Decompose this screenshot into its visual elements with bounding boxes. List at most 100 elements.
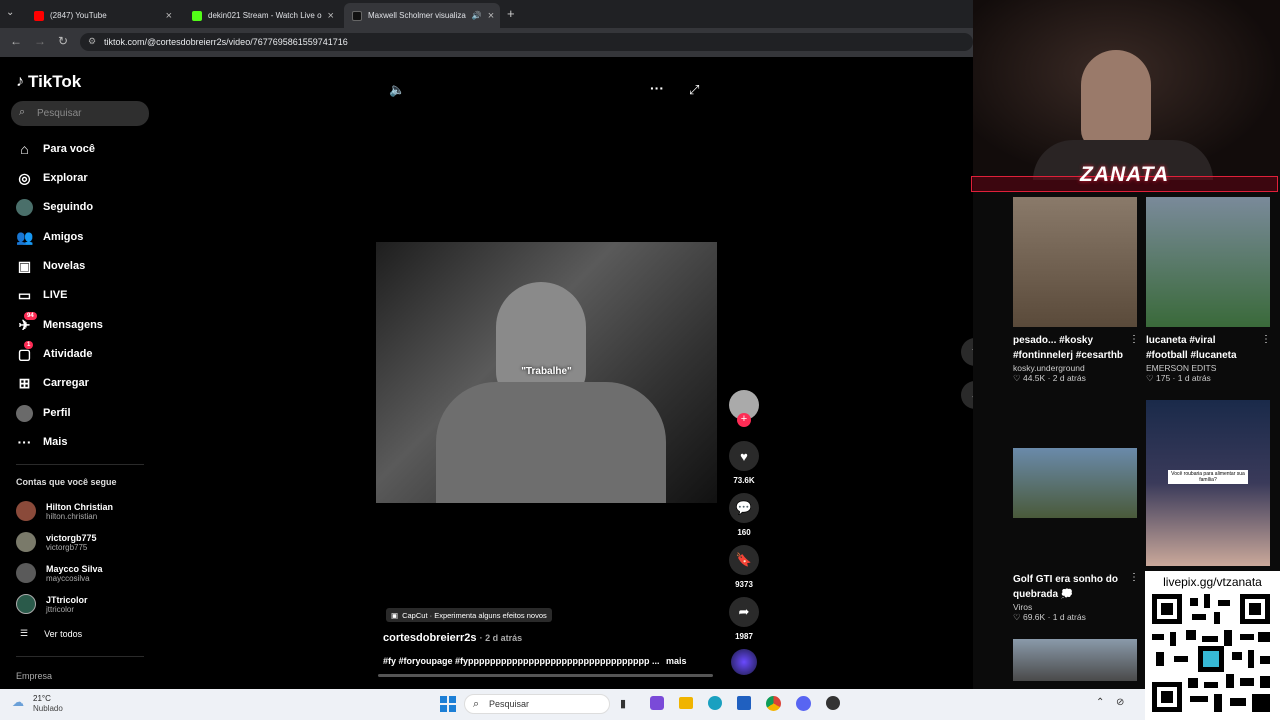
weather-temp[interactable]: 21°C: [33, 694, 51, 703]
sidebar-item-label: LIVE: [43, 289, 68, 301]
recommended-meta: ♡ 175 · 1 d atrás: [1146, 373, 1211, 383]
activity-icon: ▢ 1: [16, 340, 34, 363]
recommended-thumbnail[interactable]: [1013, 639, 1137, 681]
followed-account[interactable]: JTtricolor jttricolor: [16, 591, 88, 617]
video-caption: "Trabalhe": [521, 366, 572, 377]
taskbar-search[interactable]: ⌕ Pesquisar: [464, 694, 610, 714]
video-description: #fy #foryoupage #fyppppppppppppppppppppp…: [383, 656, 713, 666]
footer-link[interactable]: Empresa: [16, 671, 52, 681]
logo-text: TikTok: [28, 72, 82, 91]
following-icon: [16, 198, 33, 216]
tab-tiktok[interactable]: Maxwell Scholmer visualiza 🔊 ×: [344, 3, 500, 28]
followed-account[interactable]: Maycco Silva mayccosilva: [16, 560, 103, 586]
recommended-item[interactable]: lucaneta #viral #football #lucaneta EMER…: [1146, 333, 1256, 384]
sidebar-item-carregar[interactable]: ⊞ Carregar: [16, 372, 89, 394]
sidebar-item-amigos[interactable]: 👥 Amigos: [16, 226, 83, 248]
app-icon[interactable]: [650, 696, 664, 710]
sidebar-item-novelas[interactable]: ▣ Novelas: [16, 255, 85, 277]
creator-avatar-button[interactable]: +: [728, 390, 760, 427]
sidebar-item-live[interactable]: ▭ LIVE: [16, 284, 68, 306]
comment-button[interactable]: 💬 160: [728, 493, 760, 537]
task-view-icon[interactable]: ▮: [620, 697, 626, 710]
tab-kick[interactable]: dekin021 Stream - Watch Live o ×: [184, 3, 340, 28]
friends-icon: 👥: [16, 228, 34, 245]
capcut-icon: ▣: [391, 610, 399, 620]
recommended-thumbnail[interactable]: Você roubaria para alimentar sua família…: [1146, 400, 1270, 566]
followed-account[interactable]: Hilton Christian hilton.christian: [16, 498, 113, 524]
recommended-thumbnail[interactable]: [1013, 448, 1137, 518]
discord-icon[interactable]: [796, 696, 811, 711]
tiktok-logo[interactable]: ♪ TikTok: [16, 72, 81, 92]
recommended-thumbnail[interactable]: [1013, 197, 1137, 327]
recommended-author: Viros: [1013, 602, 1033, 612]
more-link[interactable]: mais: [666, 656, 687, 666]
kebab-menu-icon[interactable]: ⋮: [1129, 572, 1139, 583]
site-info-icon[interactable]: ⚙: [88, 36, 96, 47]
kebab-menu-icon[interactable]: ⋮: [1129, 334, 1139, 345]
close-tab-icon[interactable]: ×: [488, 10, 494, 22]
close-tab-icon[interactable]: ×: [328, 10, 334, 22]
save-button[interactable]: 🔖 9373: [728, 545, 760, 589]
account-handle: victorgb775: [46, 542, 88, 552]
sound-disc-icon[interactable]: [731, 649, 757, 675]
like-button[interactable]: ♥ 73.6K: [728, 441, 760, 485]
share-button[interactable]: ➦ 1987: [728, 597, 760, 641]
search-icon: ⌕: [19, 106, 26, 118]
sidebar-item-mais[interactable]: ··· Mais: [16, 431, 68, 453]
tab-youtube[interactable]: (2847) YouTube ×: [26, 3, 180, 28]
address-bar[interactable]: ⚙ tiktok.com/@cortesdobreierr2s/video/76…: [80, 33, 973, 51]
forward-icon[interactable]: →: [34, 34, 46, 48]
comment-count: 160: [737, 528, 751, 537]
app-icon[interactable]: [826, 696, 840, 710]
weather-desc: Nublado: [33, 704, 63, 713]
tray-icon[interactable]: ⊘: [1116, 697, 1124, 708]
tray-chevron-icon[interactable]: ⌃: [1096, 697, 1104, 708]
sidebar-item-mensagens[interactable]: ✈ 94 Mensagens: [16, 311, 103, 336]
account-name: Maycco Silva: [46, 563, 103, 574]
person-figure: [436, 382, 666, 503]
notification-badge: 94: [24, 311, 37, 320]
fullscreen-icon[interactable]: ⤢: [689, 82, 699, 98]
recommended-item[interactable]: pesado... #kosky #fontinnelerj #cesarthb…: [1013, 333, 1127, 384]
divider: [16, 656, 144, 657]
video-author-line[interactable]: cortesdobreierr2s · 2 d atrás: [383, 632, 522, 644]
audio-playing-icon[interactable]: 🔊: [472, 11, 482, 20]
start-button[interactable]: [440, 696, 456, 712]
sidebar-item-perfil[interactable]: Perfil: [16, 402, 71, 424]
close-tab-icon[interactable]: ×: [166, 10, 172, 22]
edge-icon[interactable]: [708, 696, 722, 710]
more-icon: ···: [17, 434, 32, 450]
follow-plus-icon[interactable]: +: [737, 413, 751, 427]
url-text: tiktok.com/@cortesdobreierr2s/video/7677…: [104, 37, 348, 47]
kebab-menu-icon[interactable]: ⋮: [1261, 334, 1271, 345]
followed-account[interactable]: victorgb775 victorgb775: [16, 529, 97, 555]
progress-bar[interactable]: [378, 674, 713, 677]
video-player[interactable]: "Trabalhe": [376, 242, 717, 503]
back-icon[interactable]: ←: [10, 34, 22, 48]
avatar: [16, 563, 36, 583]
compass-icon: ◎: [18, 169, 31, 186]
sidebar-item-seguindo[interactable]: Seguindo: [16, 196, 93, 218]
volume-icon[interactable]: 🔈: [389, 82, 405, 98]
file-explorer-icon[interactable]: [679, 697, 693, 709]
store-icon[interactable]: [737, 696, 751, 710]
recommended-thumbnail[interactable]: [1146, 197, 1270, 327]
recommended-item[interactable]: Golf GTI era sonho do quebrada 💭 Viros ♡…: [1013, 572, 1127, 623]
like-count: 44.5K: [1022, 373, 1046, 383]
recommended-meta: ♡ 69.6K · 1 d atrás: [1013, 612, 1086, 622]
sidebar-item-atividade[interactable]: ▢ 1 Atividade: [16, 340, 93, 365]
sidebar-item-para-voce[interactable]: ⌂ Para você: [16, 138, 95, 160]
sidebar-item-label: Atividade: [43, 348, 93, 360]
reload-icon[interactable]: ↻: [58, 34, 68, 48]
chrome-icon[interactable]: [766, 696, 781, 711]
capcut-label[interactable]: ▣ CapCut · Experimenta alguns efeitos nov…: [386, 608, 552, 622]
sidebar-item-explorar[interactable]: ◎ Explorar: [16, 167, 88, 189]
hashtags[interactable]: #fy #foryoupage #fyppppppppppppppppppppp…: [383, 656, 659, 666]
see-all-button[interactable]: ☰ Ver todos: [20, 628, 82, 639]
search-input[interactable]: ⌕ Pesquisar: [11, 101, 149, 126]
sidebar-item-label: Explorar: [43, 172, 88, 184]
tab-list-chevron-icon[interactable]: ⌄: [6, 7, 14, 18]
more-options-icon[interactable]: ···: [650, 80, 664, 96]
new-tab-button[interactable]: +: [507, 6, 515, 21]
streamer-face: [1081, 50, 1151, 150]
